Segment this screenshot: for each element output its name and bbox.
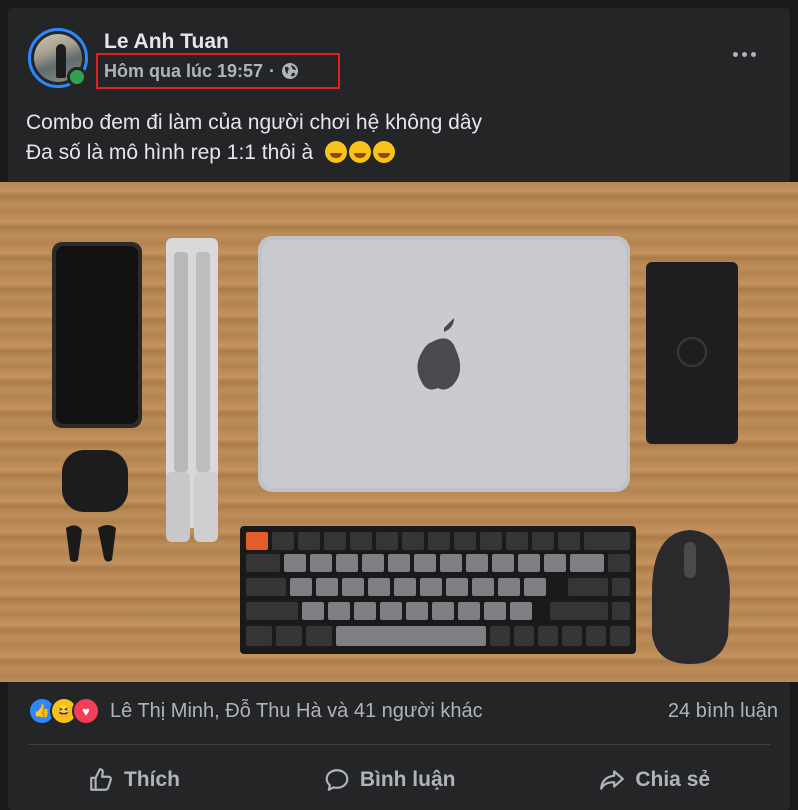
separator: · — [269, 60, 276, 81]
online-status-dot — [67, 67, 87, 87]
post-timestamp-highlight[interactable]: Hôm qua lúc 19:57 · — [96, 53, 340, 89]
share-icon — [600, 770, 625, 790]
hugging-face-emoji — [373, 141, 396, 163]
share-label: Chia sẻ — [635, 768, 711, 791]
post-photo[interactable] — [0, 182, 798, 682]
comment-label: Bình luận — [359, 768, 456, 791]
reaction-icons[interactable]: 👍 😆 ♥ — [28, 697, 100, 725]
post-card: Le Anh Tuan Hôm qua lúc 19:57 · Combo đe… — [0, 8, 798, 810]
thumbs-up-icon — [90, 768, 112, 791]
hugging-face-emoji — [349, 141, 372, 163]
post-actions: Thích Bình luận Chia sẻ — [16, 752, 782, 808]
author-avatar[interactable] — [28, 28, 88, 88]
desk-setup-illustration — [52, 236, 738, 664]
author-name[interactable]: Le Anh Tuan — [104, 30, 229, 54]
comment-button[interactable]: Bình luận — [304, 759, 476, 801]
like-label: Thích — [123, 768, 180, 791]
reactions-bar: 👍 😆 ♥ Lê Thị Minh, Đỗ Thu Hà và 41 người… — [28, 696, 778, 726]
love-icon: ♥ — [72, 697, 100, 725]
share-button[interactable]: Chia sẻ — [579, 759, 730, 801]
comment-count[interactable]: 24 bình luận — [668, 700, 778, 723]
post-text-line-1: Combo đem đi làm của người chơi hệ không… — [26, 111, 483, 134]
keyboard-keys — [246, 532, 268, 550]
divider — [28, 744, 770, 745]
comment-icon — [325, 769, 349, 791]
post-text-line-2: Đa số là mô hình rep 1:1 thôi à — [26, 141, 314, 164]
hugging-face-emoji — [325, 141, 348, 163]
reaction-names[interactable]: Lê Thị Minh, Đỗ Thu Hà và 41 người khác — [110, 700, 483, 723]
post-text: Combo đem đi làm của người chơi hệ không… — [26, 108, 482, 168]
post-timestamp[interactable]: Hôm qua lúc 19:57 — [104, 61, 263, 82]
like-button[interactable]: Thích — [68, 759, 200, 801]
more-options-button[interactable] — [724, 42, 764, 66]
globe-icon — [282, 63, 299, 79]
